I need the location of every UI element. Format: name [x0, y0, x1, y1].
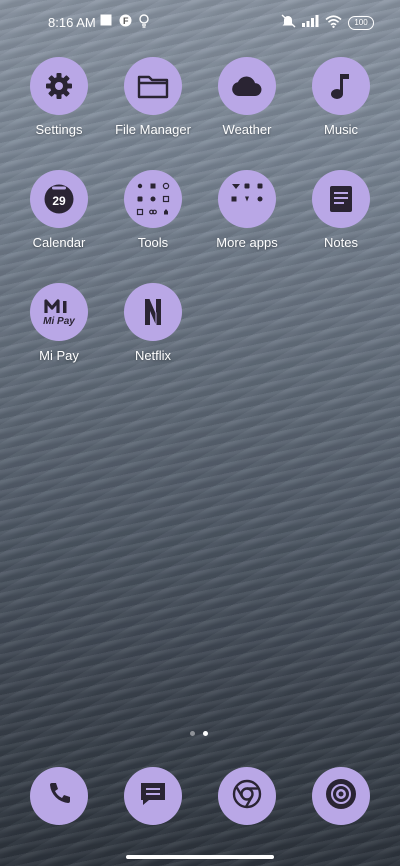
folder-tools[interactable]: Tools — [106, 170, 200, 250]
notification-square-icon — [100, 14, 112, 29]
dock-messages[interactable] — [124, 767, 182, 825]
camera-icon — [324, 777, 358, 816]
app-label-mi-pay: Mi Pay — [39, 348, 79, 363]
calendar-day: 29 — [52, 194, 66, 208]
tools-folder-icon — [124, 170, 182, 228]
music-note-icon — [312, 57, 370, 115]
app-label-settings: Settings — [35, 122, 83, 137]
app-label-music: Music — [324, 122, 358, 137]
app-weather[interactable]: Weather — [200, 57, 294, 137]
svg-text:F: F — [123, 16, 129, 26]
page-dot-1[interactable] — [190, 731, 195, 736]
home-indicator-bar[interactable] — [126, 855, 274, 859]
app-label-tools: Tools — [137, 235, 169, 250]
app-label-more-apps: More apps — [216, 235, 278, 250]
notification-bulb-icon — [138, 14, 150, 31]
dock-chrome[interactable] — [218, 767, 276, 825]
notes-icon — [312, 170, 370, 228]
calendar-icon: 29 — [30, 170, 88, 228]
settings-icon — [30, 57, 88, 115]
app-calendar[interactable]: 29 Calendar — [12, 170, 106, 250]
app-settings[interactable]: Settings — [12, 57, 106, 137]
mute-icon — [280, 14, 296, 31]
app-label-calendar: Calendar — [32, 235, 86, 250]
status-bar: 8:16 AM F 100 — [0, 0, 400, 44]
app-music[interactable]: Music — [294, 57, 388, 137]
messages-icon — [138, 780, 168, 813]
wifi-icon — [325, 14, 342, 31]
dock-camera[interactable] — [312, 767, 370, 825]
app-netflix[interactable]: Netflix — [106, 283, 200, 363]
chrome-icon — [231, 778, 263, 815]
app-file-manager[interactable]: File Manager — [106, 57, 200, 137]
app-notes[interactable]: Notes — [294, 170, 388, 250]
app-mi-pay[interactable]: Mi Pay Mi Pay — [12, 283, 106, 363]
more-apps-folder-icon — [218, 170, 276, 228]
notification-f-icon: F — [119, 14, 132, 30]
phone-icon — [46, 781, 72, 812]
dock-phone[interactable] — [30, 767, 88, 825]
battery-indicator: 100 — [348, 15, 374, 30]
app-label-netflix: Netflix — [134, 348, 172, 363]
app-label-notes: Notes — [324, 235, 358, 250]
mi-pay-logo-text: Mi Pay — [43, 316, 75, 327]
page-indicator — [190, 731, 208, 736]
cloud-icon — [218, 57, 276, 115]
mi-pay-logo-icon: Mi Pay — [30, 283, 88, 341]
page-dot-2-active[interactable] — [203, 731, 208, 736]
netflix-logo-icon — [124, 283, 182, 341]
home-screen: 8:16 AM F 100 Settings File Manager Weat… — [0, 0, 400, 866]
folder-icon — [124, 57, 182, 115]
app-label-weather: Weather — [222, 122, 272, 137]
status-time: 8:16 AM — [48, 15, 96, 30]
signal-icon — [302, 15, 319, 30]
folder-more-apps[interactable]: More apps — [200, 170, 294, 250]
app-label-file-manager: File Manager — [115, 122, 191, 137]
